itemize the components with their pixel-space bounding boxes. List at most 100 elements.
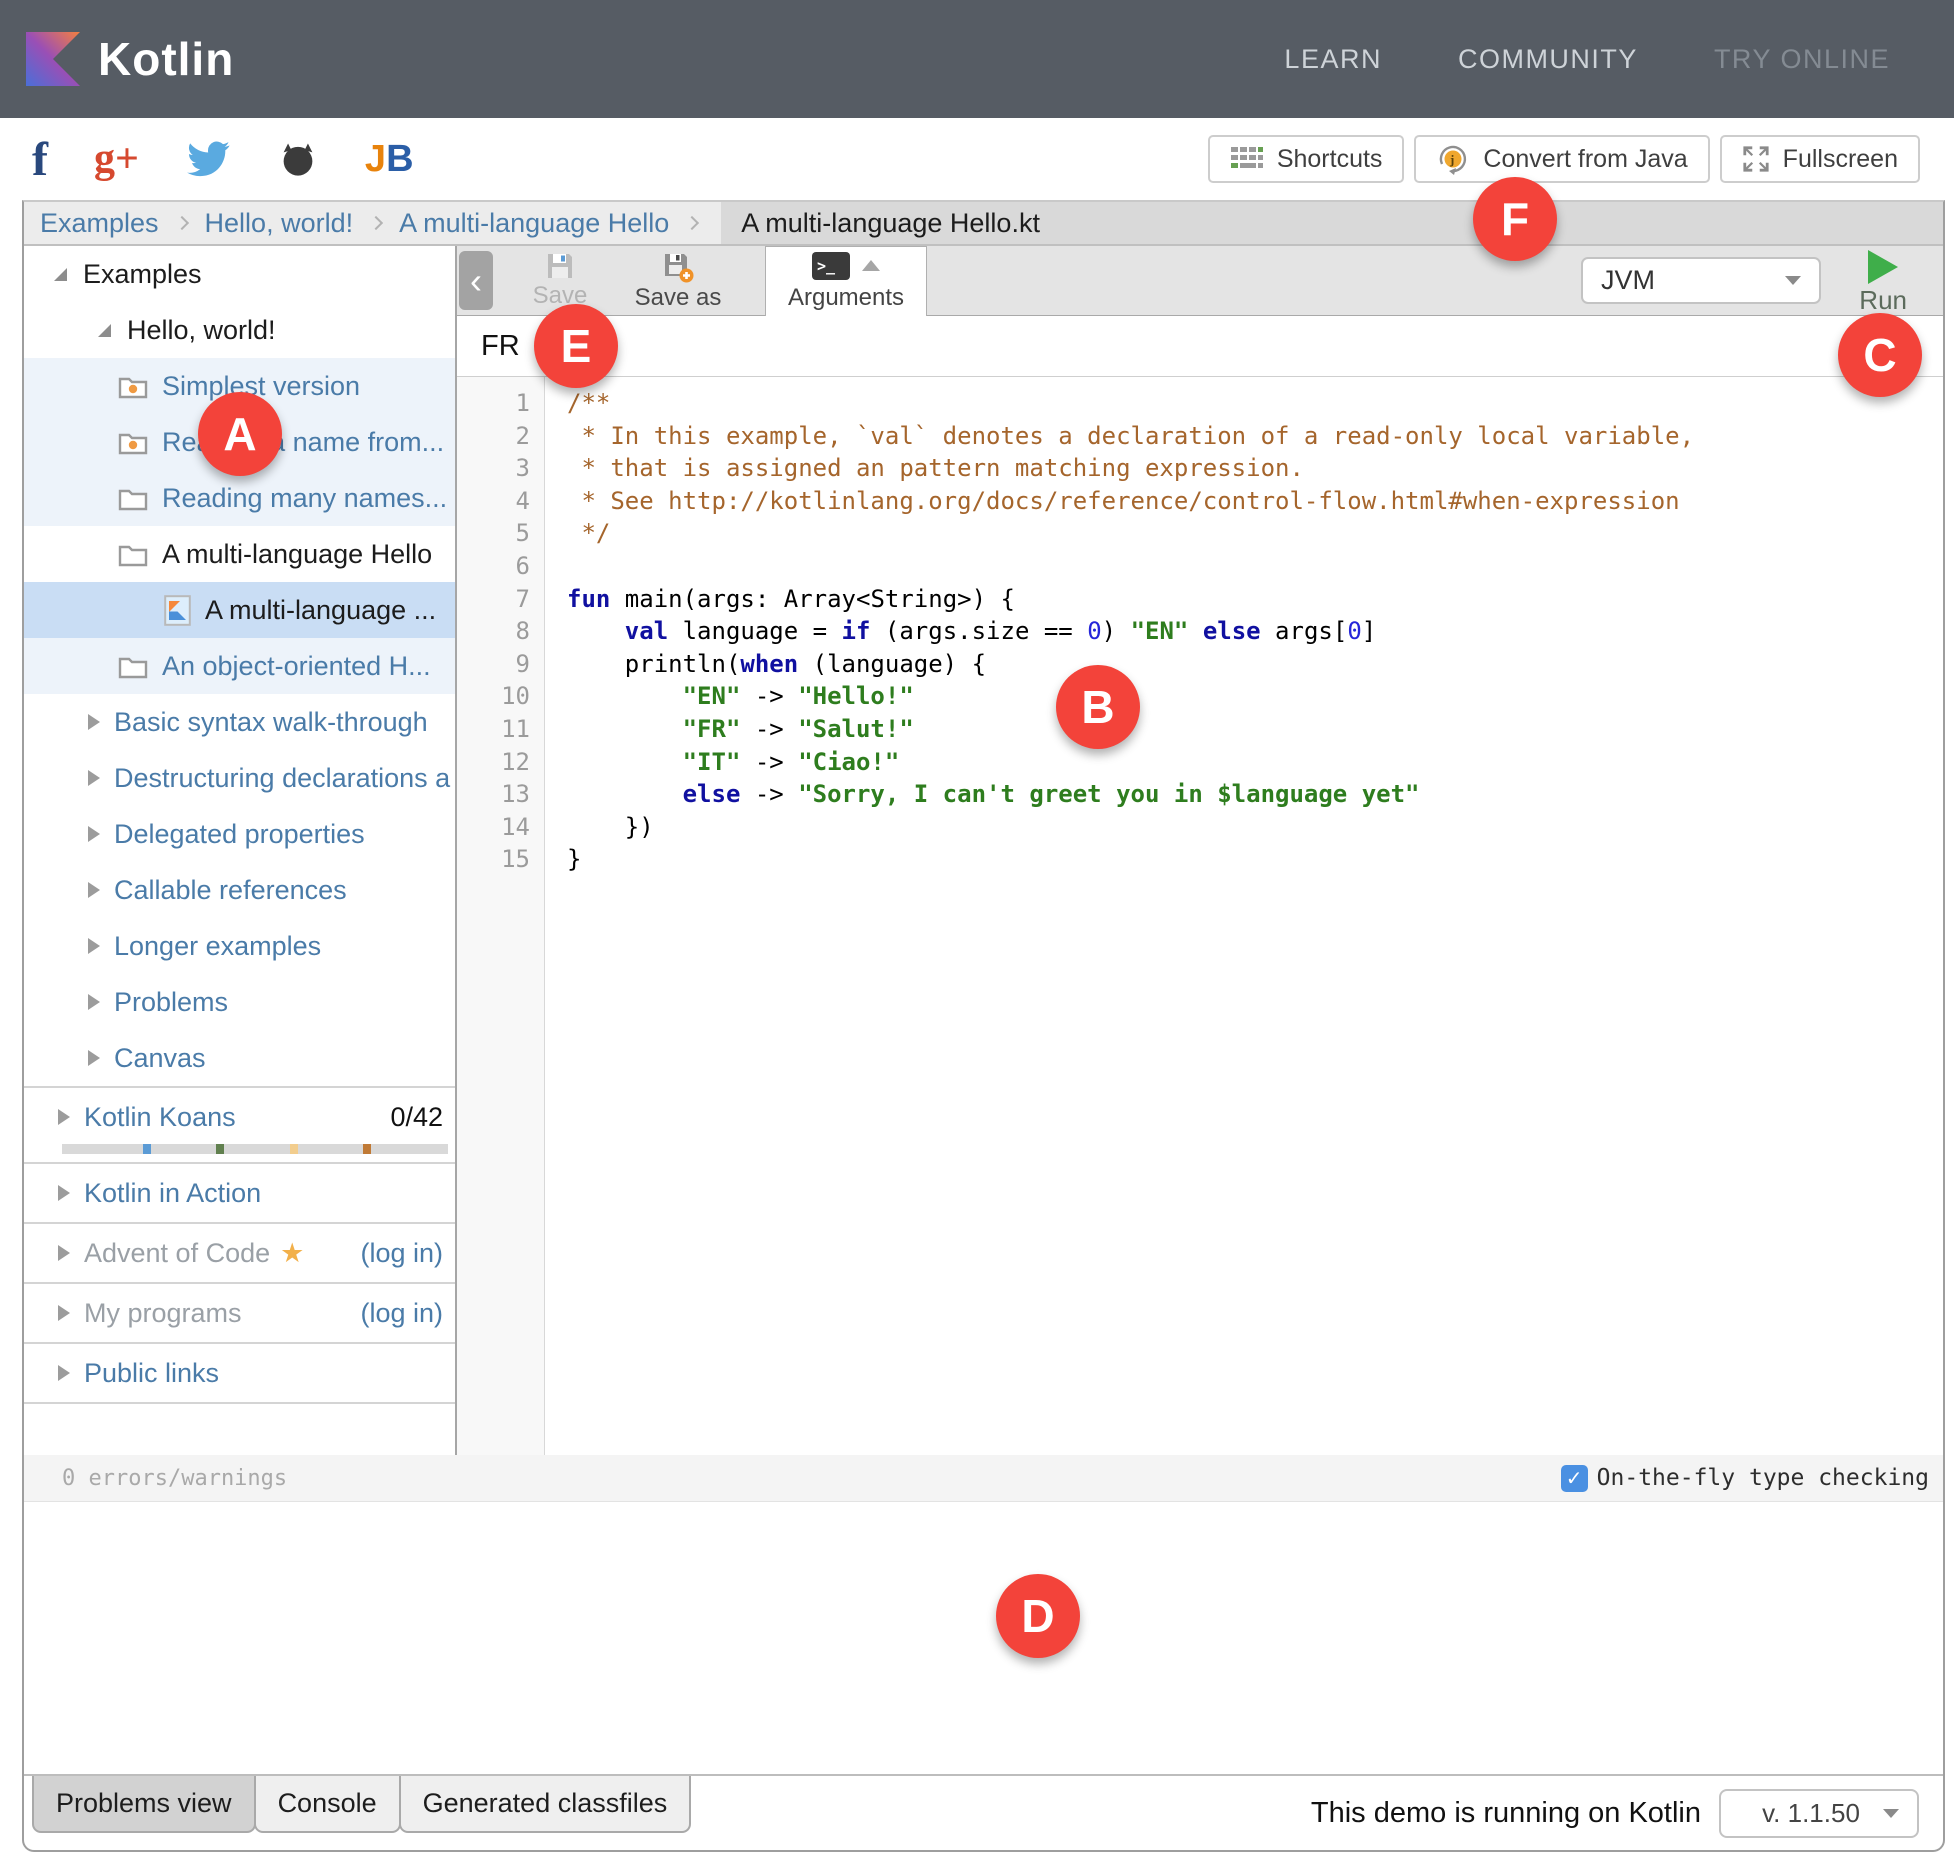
log-in-link[interactable]: (log in) [360, 1238, 443, 1269]
run-button[interactable]: Run [1859, 250, 1907, 316]
collapsed-icon[interactable] [88, 994, 100, 1010]
collapsed-icon[interactable] [58, 1245, 70, 1261]
annotation-badge-a: A [198, 392, 282, 476]
nav-learn[interactable]: LEARN [1284, 44, 1382, 75]
folder-icon [118, 542, 148, 567]
line-number: 1 [457, 387, 544, 420]
sidebar-item-problems[interactable]: Problems [24, 974, 455, 1030]
code-line: */ [567, 517, 1694, 550]
tab-problems-view[interactable]: Problems view [32, 1776, 256, 1833]
arguments-input[interactable]: FR [457, 316, 1943, 377]
folder-icon [118, 654, 148, 679]
sidebar-item-kotlin-koans[interactable]: Kotlin Koans0/42 [24, 1086, 455, 1162]
annotation-badge-d: D [996, 1574, 1080, 1658]
koans-progress-count: 0/42 [390, 1102, 443, 1133]
main-area: ExamplesHello, world!Simplest versionRea… [24, 246, 1943, 1455]
sidebar-item-callable-references[interactable]: Callable references [24, 862, 455, 918]
sidebar-item-delegated-properties[interactable]: Delegated properties [24, 806, 455, 862]
code-editor[interactable]: 123456789101112131415 /** * In this exam… [457, 377, 1943, 1455]
sidebar-item-hello-world[interactable]: Hello, world! [24, 302, 455, 358]
sidebar-item-public-links[interactable]: Public links [24, 1342, 455, 1402]
save-as-button[interactable]: Save as [620, 251, 736, 312]
breadcrumb-multi-language-hello[interactable]: A multi-language Hello [399, 208, 669, 239]
editor-toolbar: ‹ Save Save as [457, 246, 1943, 316]
shortcuts-button[interactable]: Shortcuts [1208, 135, 1405, 183]
collapsed-icon[interactable] [88, 938, 100, 954]
collapse-sidebar-button[interactable]: ‹ [459, 251, 493, 310]
runtime-select[interactable]: JVM [1581, 257, 1821, 304]
collapsed-icon[interactable] [88, 1050, 100, 1066]
collapsed-icon[interactable] [88, 826, 100, 842]
sidebar-item-label: Canvas [114, 1043, 206, 1074]
sidebar-filler [24, 1402, 455, 1442]
version-select[interactable]: v. 1.1.50 [1719, 1789, 1919, 1838]
kotlin-logo-icon [26, 32, 80, 86]
save-button[interactable]: Save [512, 251, 608, 310]
collapsed-icon[interactable] [58, 1185, 70, 1201]
sidebar-item-a-multi-language-hello[interactable]: A multi-language Hello [24, 526, 455, 582]
line-number: 5 [457, 517, 544, 550]
keyboard-icon [1230, 145, 1264, 173]
caret-down-icon [1883, 1809, 1899, 1818]
sidebar-item-an-object-oriented-h[interactable]: An object-oriented H... [24, 638, 455, 694]
tab-generated-classfiles[interactable]: Generated classfiles [399, 1776, 692, 1833]
breadcrumb-hello-world[interactable]: Hello, world! [205, 208, 354, 239]
sidebar-item-kotlin-in-action[interactable]: Kotlin in Action [24, 1162, 455, 1222]
arguments-tab[interactable]: >_ Arguments [765, 246, 927, 316]
expanded-icon[interactable] [54, 268, 67, 281]
nav-try-online[interactable]: TRY ONLINE [1714, 44, 1890, 75]
sidebar-item-reading-many-names[interactable]: Reading many names... [24, 470, 455, 526]
jetbrains-icon[interactable]: JB [365, 138, 414, 181]
collapsed-icon[interactable] [88, 770, 100, 786]
sidebar-item-advent-of-code[interactable]: Advent of Code★(log in) [24, 1222, 455, 1282]
sidebar-item-a-multi-language[interactable]: A multi-language ... [24, 582, 455, 638]
sidebar-item-my-programs[interactable]: My programs(log in) [24, 1282, 455, 1342]
twitter-icon[interactable] [185, 140, 231, 178]
collapsed-icon[interactable] [88, 882, 100, 898]
collapsed-icon[interactable] [58, 1305, 70, 1321]
facebook-icon[interactable]: f [32, 132, 48, 187]
nav-community[interactable]: COMMUNITY [1458, 44, 1638, 75]
sidebar-item-basic-syntax-walk-through[interactable]: Basic syntax walk-through [24, 694, 455, 750]
progress-segment [290, 1144, 298, 1154]
kotlin-logo[interactable]: Kotlin [26, 32, 234, 86]
chevron-right-icon [685, 216, 699, 230]
sidebar-item-label: Advent of Code [84, 1238, 270, 1269]
sidebar-item-examples[interactable]: Examples [24, 246, 455, 302]
convert-from-java-button[interactable]: j Convert from Java [1414, 135, 1709, 183]
line-number: 4 [457, 485, 544, 518]
save-as-label: Save as [635, 284, 722, 312]
fullscreen-button[interactable]: Fullscreen [1720, 135, 1920, 183]
sidebar-item-label: A multi-language ... [205, 595, 436, 626]
folder-dot-icon [118, 430, 148, 455]
collapsed-icon[interactable] [88, 714, 100, 730]
sidebar-item-longer-examples[interactable]: Longer examples [24, 918, 455, 974]
expanded-icon[interactable] [98, 324, 111, 337]
caret-down-icon [1785, 276, 1801, 285]
breadcrumb-examples[interactable]: Examples [40, 208, 159, 239]
sidebar-item-destructuring-declarations-a[interactable]: Destructuring declarations a [24, 750, 455, 806]
kotlin-version-status: This demo is running on Kotlin v. 1.1.50 [1311, 1776, 1919, 1850]
collapsed-icon[interactable] [58, 1365, 70, 1381]
log-in-link[interactable]: (log in) [360, 1298, 443, 1329]
checkbox-checked-icon[interactable]: ✓ [1561, 1465, 1588, 1492]
fullscreen-label: Fullscreen [1783, 145, 1898, 174]
line-number: 12 [457, 746, 544, 779]
sidebar-item-label: Longer examples [114, 931, 321, 962]
fullscreen-icon [1742, 145, 1770, 173]
sidebar-item-label: A multi-language Hello [162, 539, 432, 570]
code-line: val language = if (args.size == 0) "EN" … [567, 615, 1694, 648]
sidebar-item-canvas[interactable]: Canvas [24, 1030, 455, 1086]
tab-console[interactable]: Console [254, 1776, 401, 1833]
on-the-fly-checkbox-row[interactable]: ✓ On-the-fly type checking [1561, 1465, 1929, 1492]
google-plus-icon[interactable]: g+ [94, 135, 139, 183]
folder-icon [118, 486, 148, 511]
collapsed-icon[interactable] [58, 1109, 70, 1125]
editor-column: ‹ Save Save as [457, 246, 1943, 1455]
bottom-tabs-row: Problems view Console Generated classfil… [24, 1776, 1943, 1850]
code-line: * In this example, `val` denotes a decla… [567, 420, 1694, 453]
breadcrumb-links: Examples Hello, world! A multi-language … [24, 202, 721, 244]
terminal-icon: >_ [812, 252, 850, 280]
convert-from-java-label: Convert from Java [1483, 145, 1687, 174]
github-icon[interactable] [277, 142, 319, 176]
